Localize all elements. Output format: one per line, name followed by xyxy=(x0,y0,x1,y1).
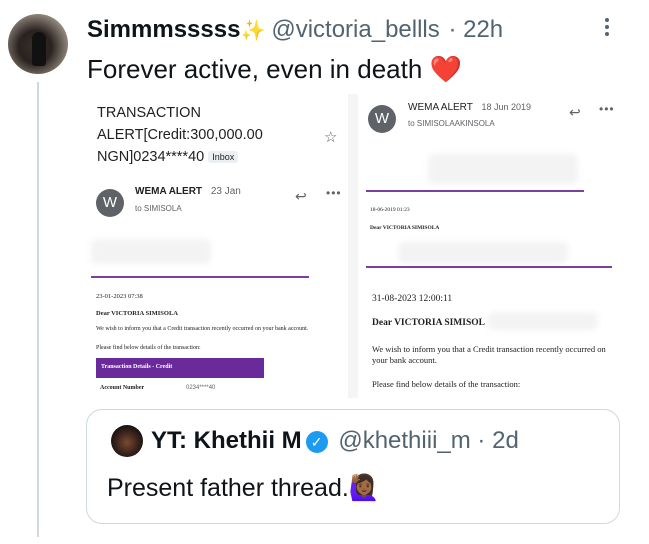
quoted-author-name[interactable]: YT: Khethii M xyxy=(151,427,302,454)
tweet-header: Simmmsssss✨ @victoria_bellls · 22h xyxy=(87,16,503,44)
account-label: Account Number xyxy=(100,385,145,391)
sender-avatar: W xyxy=(368,105,396,133)
more-horizontal-icon[interactable]: ••• xyxy=(599,102,615,116)
email-body-1: We wish to inform you that a Credit tran… xyxy=(96,326,309,332)
sender-line: WEMA ALERT 23 Jan xyxy=(135,186,241,197)
tweet-body: Forever active, even in death xyxy=(87,54,423,84)
author-name[interactable]: Simmmsssss xyxy=(87,16,240,43)
email-timestamp: 31-08-2023 12:00:11 xyxy=(372,294,453,304)
quoted-text: Present father thread.🙋🏾‍♀️ xyxy=(107,474,380,503)
quoted-author-handle[interactable]: @khethiii_m xyxy=(338,427,470,454)
email-greeting: Dear VICTORIA SIMISOL xyxy=(372,318,485,328)
small-timestamp: 18-06-2019 01:23 xyxy=(370,207,410,213)
account-value: 0234****40 xyxy=(186,385,216,391)
quoted-tweet[interactable]: YT: Khethii M ✓ @khethiii_m · 2d Present … xyxy=(86,409,620,524)
recipient-line: to SIMISOLA xyxy=(135,204,182,213)
quoted-header: YT: Khethii M ✓ @khethiii_m · 2d xyxy=(151,427,519,455)
quoted-body: Present father thread. xyxy=(107,474,349,502)
recipient-line: to SIMISOLAAKINSOLA xyxy=(408,119,495,128)
more-horizontal-icon[interactable]: ••• xyxy=(326,186,342,200)
reply-arrow-icon[interactable]: ↩ xyxy=(295,188,307,205)
email-body-1: We wish to inform you that a Credit tran… xyxy=(372,344,606,365)
separator-dot: · xyxy=(448,16,457,43)
quoted-time[interactable]: 2d xyxy=(492,427,519,454)
sender-line: WEMA ALERT 18 Jun 2019 xyxy=(408,102,531,113)
email-body-2: Please find below details of the transac… xyxy=(372,379,521,389)
brand-divider xyxy=(366,190,584,192)
quoted-author-avatar[interactable] xyxy=(111,425,143,457)
tweet-time[interactable]: 22h xyxy=(463,16,503,43)
sparkles-emoji: ✨ xyxy=(240,20,266,42)
star-icon[interactable]: ☆ xyxy=(324,128,337,146)
heart-emoji: ❤️ xyxy=(429,54,462,84)
email-screenshot-right[interactable]: W WEMA ALERT 18 Jun 2019 to SIMISOLAAKIN… xyxy=(358,94,620,398)
details-header-bar: Transaction Details - Credit xyxy=(96,358,264,378)
thread-line xyxy=(37,82,39,537)
small-greeting: Dear VICTORIA SIMISOLA xyxy=(370,225,440,231)
sender-avatar: W xyxy=(96,189,124,217)
reply-arrow-icon[interactable]: ↩ xyxy=(569,104,581,121)
separator-dot: · xyxy=(477,427,486,454)
person-raising-hand-emoji: 🙋🏾‍♀️ xyxy=(348,474,380,502)
redacted-area xyxy=(398,242,568,264)
tweet-media[interactable]: TRANSACTION ALERT[Credit:300,000.00 NGN]… xyxy=(86,94,620,398)
email-greeting: Dear VICTORIA SIMISOLA xyxy=(96,310,178,317)
inbox-label: Inbox xyxy=(208,151,239,164)
redacted-area xyxy=(488,312,598,330)
brand-divider xyxy=(91,276,309,278)
redacted-area xyxy=(91,239,211,264)
author-handle[interactable]: @victoria_bellls xyxy=(271,16,439,43)
redacted-area xyxy=(428,154,578,184)
more-options-icon[interactable] xyxy=(605,18,611,39)
email-screenshot-left[interactable]: TRANSACTION ALERT[Credit:300,000.00 NGN]… xyxy=(86,94,348,398)
tweet-text: Forever active, even in death ❤️ xyxy=(87,54,462,85)
verified-badge-icon: ✓ xyxy=(305,430,328,453)
email-body-2: Please find below details of the transac… xyxy=(96,345,201,351)
brand-divider-large xyxy=(366,266,612,268)
email-subject: TRANSACTION ALERT[Credit:300,000.00 NGN]… xyxy=(97,105,263,165)
author-avatar[interactable] xyxy=(8,14,68,74)
email-timestamp: 23-01-2023 07:38 xyxy=(96,293,143,300)
